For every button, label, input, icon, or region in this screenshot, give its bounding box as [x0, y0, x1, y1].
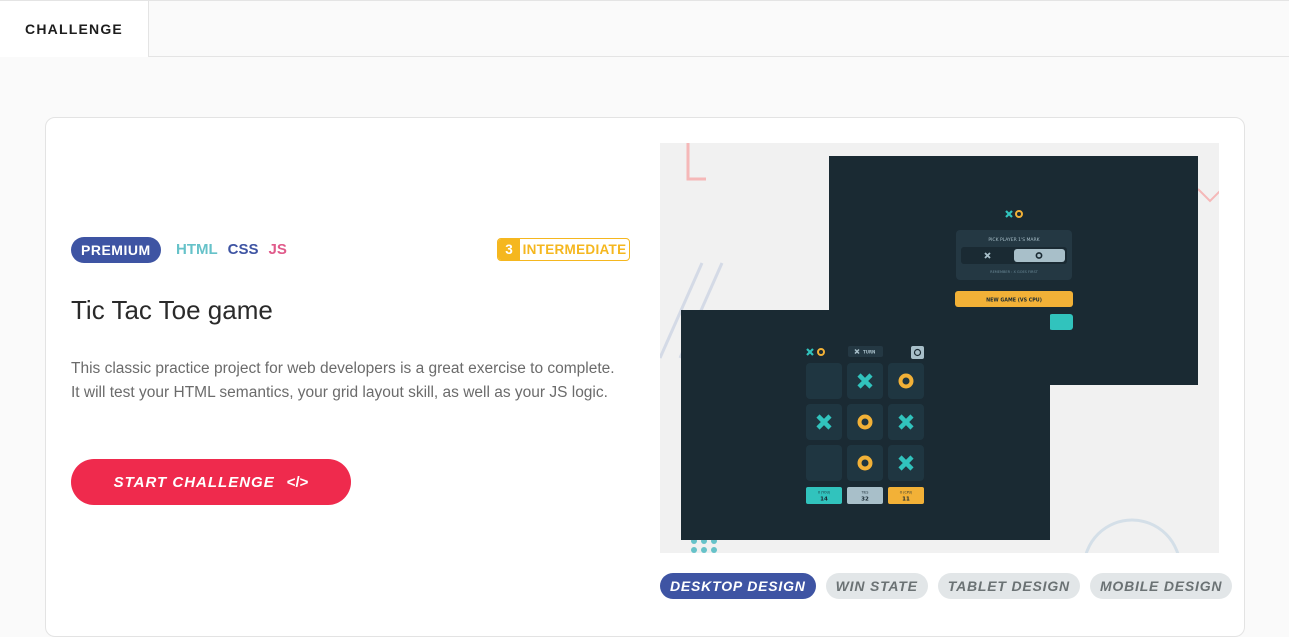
board-cell	[847, 445, 883, 481]
challenge-description: This classic practice project for web de…	[71, 360, 615, 401]
new-game-cpu-label: NEW GAME (VS CPU)	[986, 298, 1042, 304]
decor-circle	[1084, 518, 1180, 553]
board-cell	[806, 445, 842, 481]
start-challenge-button[interactable]: START CHALLENGE </>	[71, 459, 351, 505]
score-value: 11	[902, 497, 910, 503]
difficulty-label: INTERMEDIATE	[522, 242, 627, 257]
code-icon: </>	[286, 473, 309, 491]
challenge-title: Tic Tac Toe game	[71, 295, 273, 325]
difficulty-number: 3	[498, 239, 520, 260]
score-label: TIES	[861, 491, 869, 495]
top-navigation: CHALLENGE	[0, 0, 1289, 57]
design-preview[interactable]: PICK PLAYER 1'S MARK REMEMBER : X GOES F…	[660, 143, 1219, 553]
design-tabs: DESKTOP DESIGN WIN STATE TABLET DESIGN M…	[660, 573, 1233, 599]
decor-corner-shape	[686, 143, 706, 181]
score-label: O (CPU)	[900, 491, 913, 495]
board-cell	[847, 404, 883, 440]
tab-tablet-design[interactable]: TABLET DESIGN	[937, 573, 1080, 599]
premium-badge: PREMIUM	[71, 237, 161, 263]
remember-text: REMEMBER : X GOES FIRST	[990, 270, 1039, 274]
language-tags: HTML CSS JS	[176, 241, 287, 258]
preview-illustration: PICK PLAYER 1'S MARK REMEMBER : X GOES F…	[660, 143, 1219, 553]
language-css: CSS	[227, 241, 259, 258]
score-value: 32	[861, 497, 869, 503]
tab-win-state[interactable]: WIN STATE	[825, 573, 928, 599]
pick-mark-text: PICK PLAYER 1'S MARK	[988, 237, 1040, 243]
tab-challenge[interactable]: CHALLENGE	[0, 1, 149, 57]
language-html: HTML	[176, 241, 218, 258]
score-label: X (YOU)	[818, 491, 830, 495]
tab-desktop-design[interactable]: DESKTOP DESIGN	[660, 573, 816, 599]
board-cell	[806, 363, 842, 399]
difficulty-badge: 3 INTERMEDIATE	[497, 238, 630, 261]
start-challenge-label: START CHALLENGE	[113, 473, 275, 491]
decor-chevron-shape	[1197, 188, 1219, 203]
score-value: 14	[820, 497, 828, 503]
game-board	[806, 363, 924, 481]
new-game-player-button	[1049, 314, 1073, 330]
board-cell	[888, 363, 924, 399]
restart-button	[911, 346, 924, 359]
mark-toggle-selected	[1014, 249, 1065, 262]
score-board: X (YOU) 14 TIES 32 O (CPU) 11	[806, 487, 924, 504]
turn-label: TURN	[863, 350, 875, 355]
language-js: JS	[268, 241, 287, 258]
decor-dots	[691, 538, 717, 553]
tab-mobile-design[interactable]: MOBILE DESIGN	[1089, 573, 1233, 599]
